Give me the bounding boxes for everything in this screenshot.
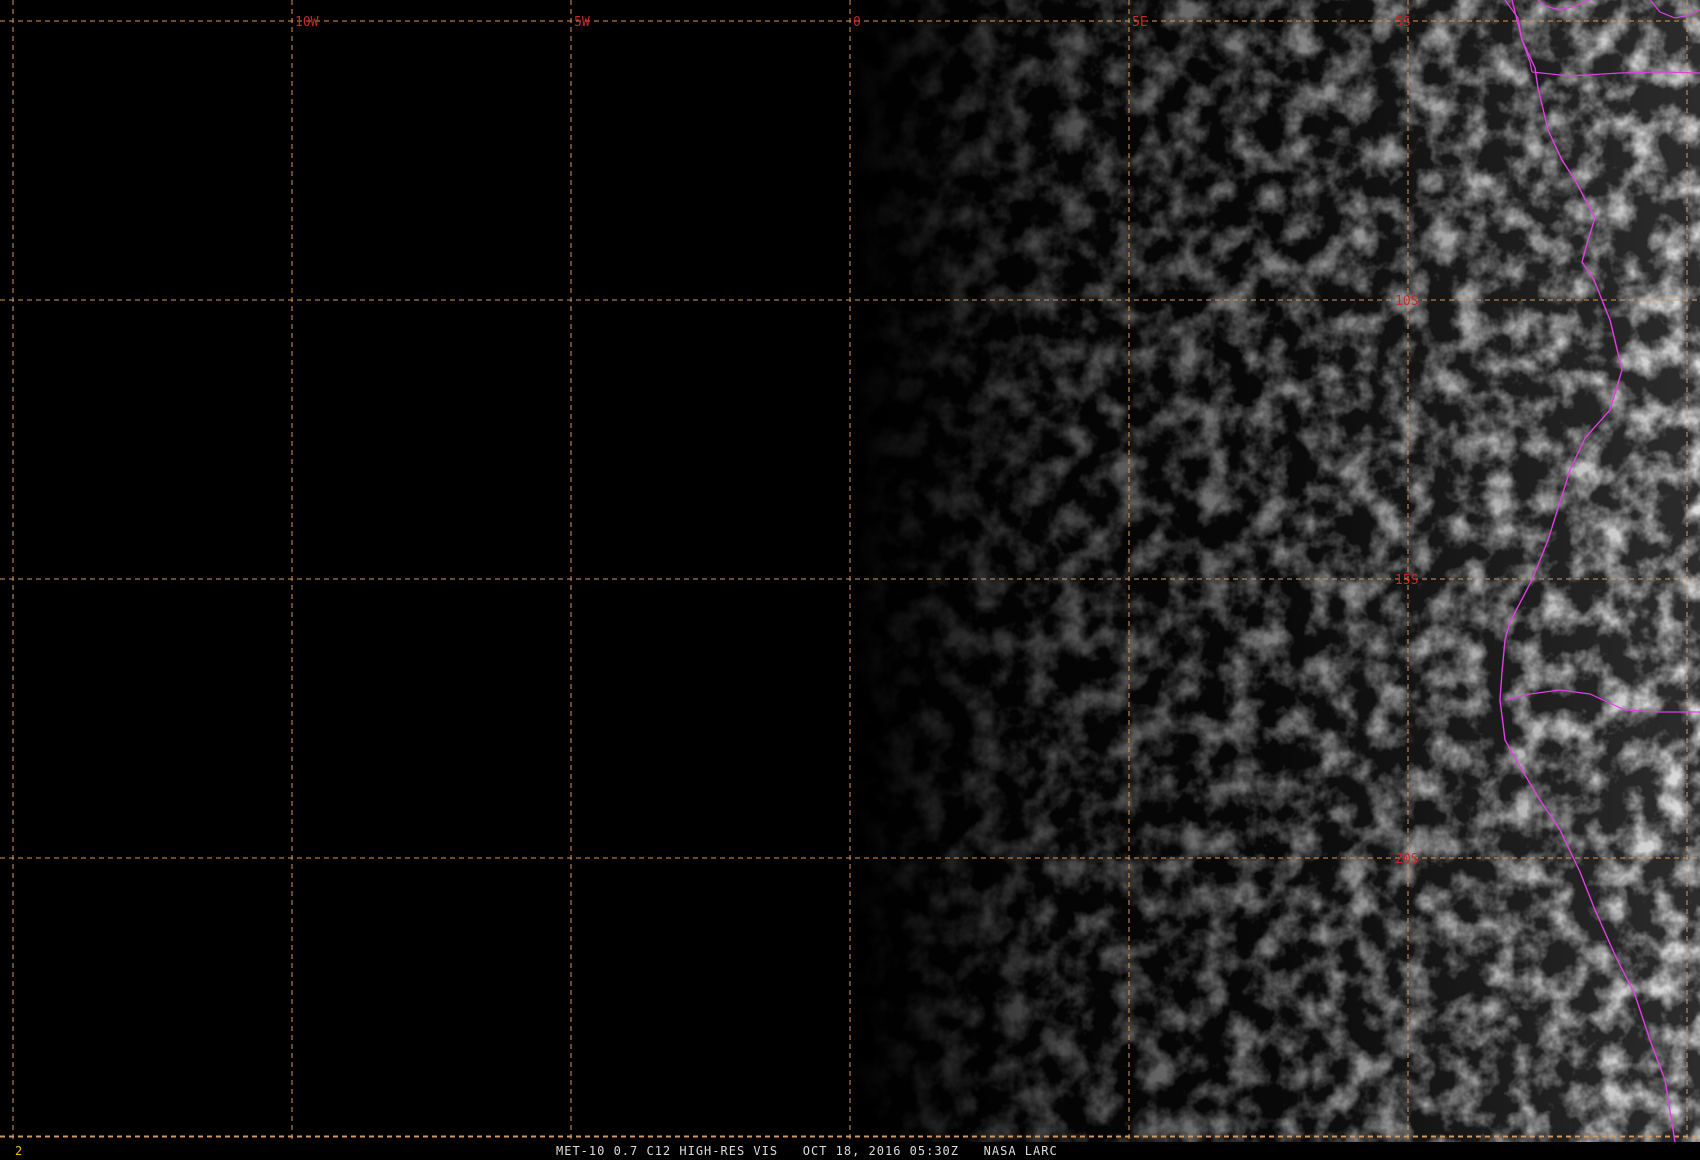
longitude-label: 10W [295, 15, 319, 30]
latitude-label: 20S [1395, 852, 1418, 867]
satellite-image-viewer[interactable]: 10W 5W 0 5E 5S 10S 15S 20S 2 MET-10 0.7 C12 HIG… [0, 0, 1700, 1160]
latitude-label: 15S [1395, 573, 1418, 588]
satellite-map[interactable]: 10W 5W 0 5E 5S 10S 15S 20S [0, 0, 1700, 1142]
frame-number: 2 [15, 1144, 24, 1158]
latitude-label: 10S [1395, 294, 1418, 309]
image-caption: MET-10 0.7 C12 HIGH-RES VIS OCT 18, 2016… [556, 1144, 1058, 1158]
longitude-label: 0 [853, 15, 861, 30]
status-bar: 2 MET-10 0.7 C12 HIGH-RES VIS OCT 18, 20… [0, 1142, 1700, 1160]
latitude-label: 5S [1395, 15, 1411, 30]
longitude-label: 5W [574, 15, 590, 30]
longitude-label: 5E [1132, 15, 1148, 30]
cloud-field [850, 0, 1700, 1142]
